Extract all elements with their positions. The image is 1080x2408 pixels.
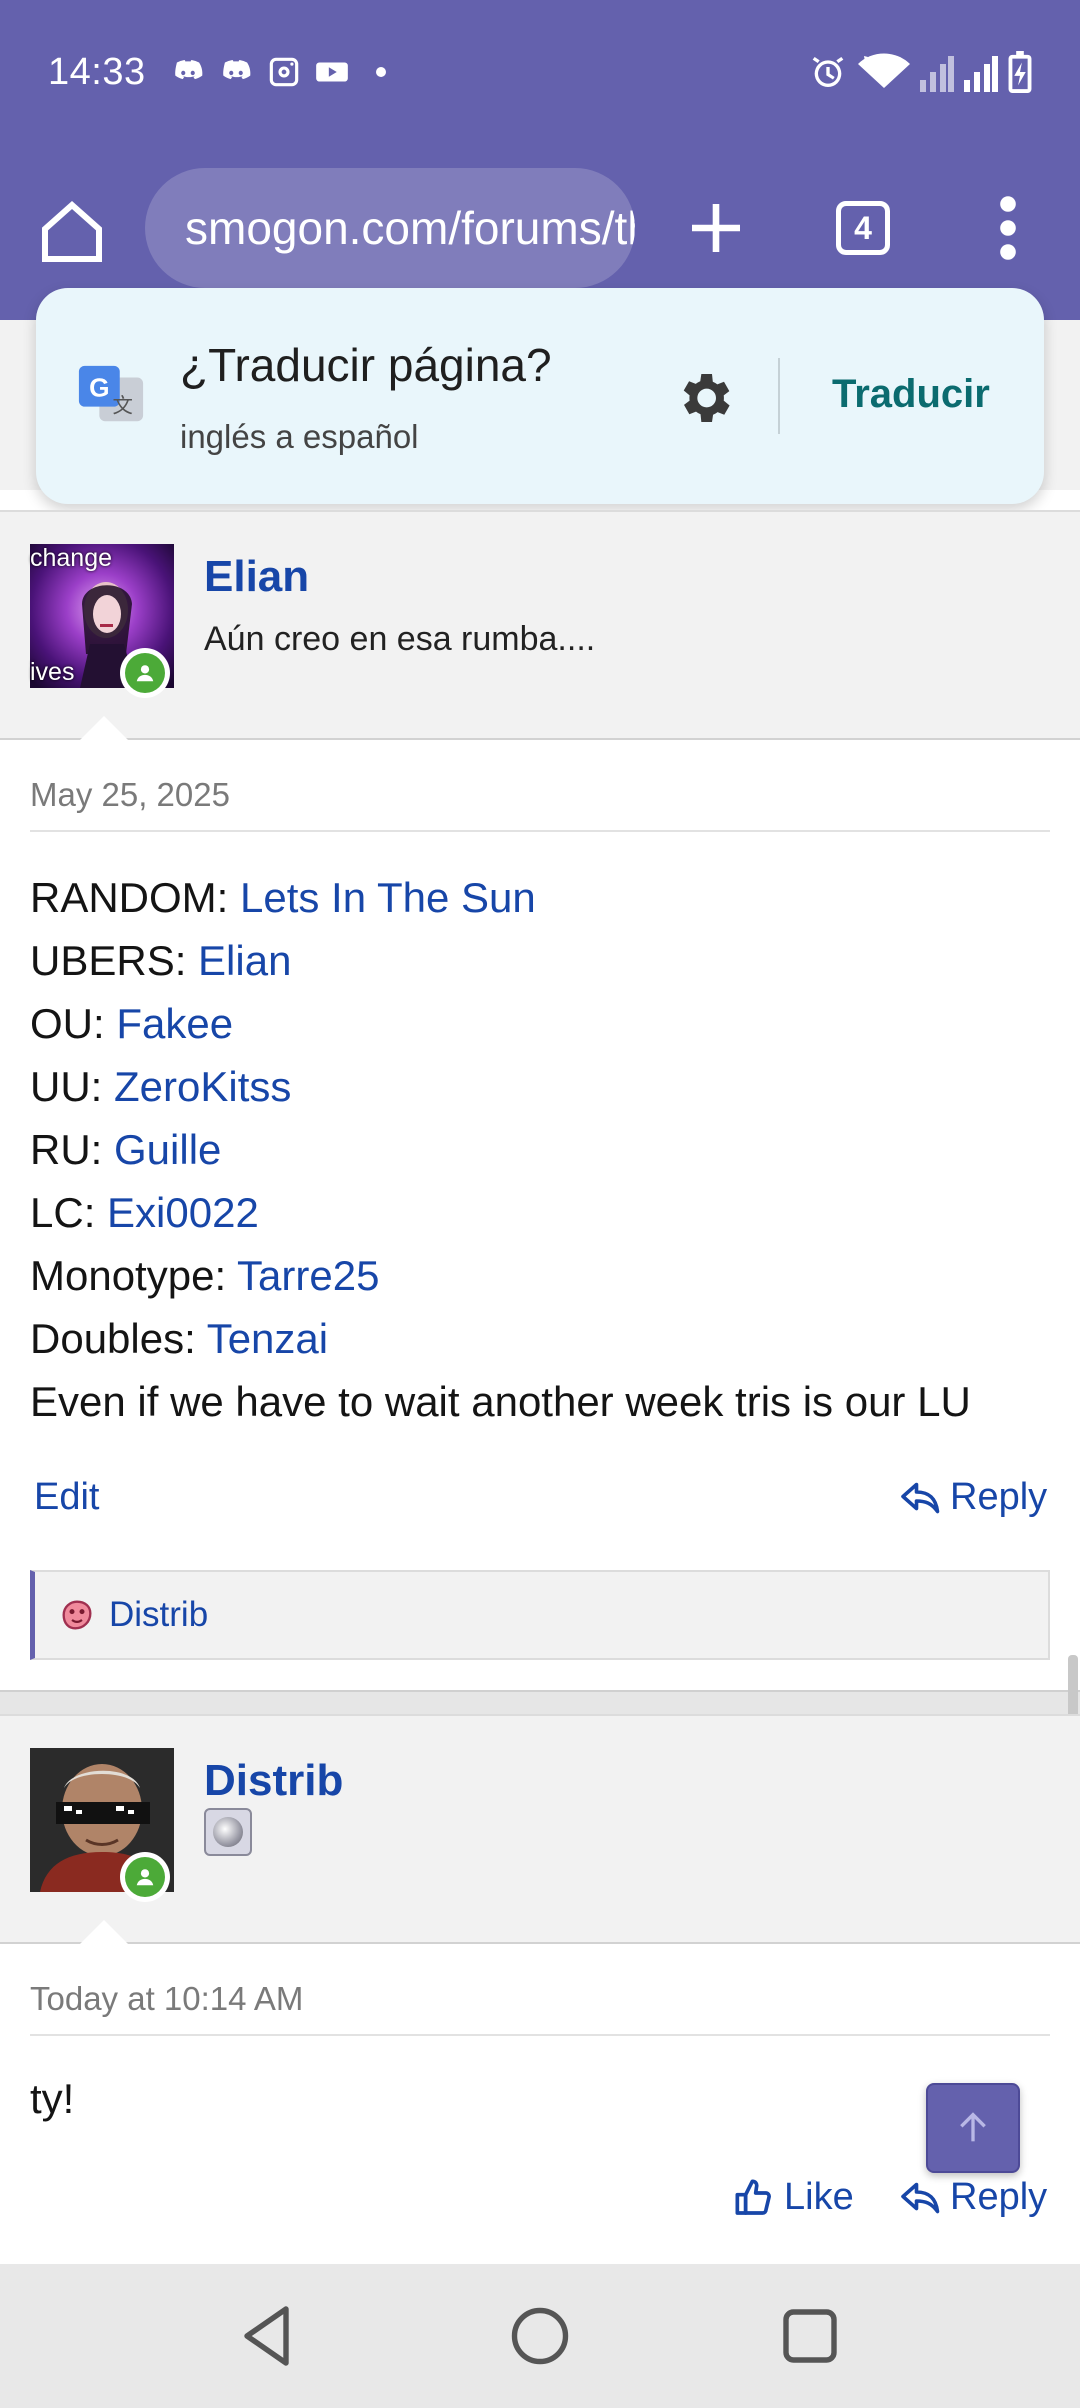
header-pointer bbox=[78, 716, 130, 742]
google-translate-icon: G 文 bbox=[78, 365, 144, 422]
translate-button[interactable]: Traducir bbox=[832, 372, 990, 417]
user-link[interactable]: Lets In The Sun bbox=[240, 874, 536, 921]
post-author-name[interactable]: Elian bbox=[204, 552, 309, 602]
browser-chrome: 14:33 smogon.com/forums/threads 4 bbox=[0, 0, 1080, 320]
line-label: RANDOM: bbox=[30, 874, 240, 921]
post-body: RANDOM: Lets In The Sun UBERS: Elian OU:… bbox=[30, 866, 971, 1433]
post-line: RANDOM: Lets In The Sun bbox=[30, 866, 971, 929]
line-label: RU: bbox=[30, 1126, 114, 1173]
arrow-up-icon bbox=[960, 2112, 986, 2142]
gear-icon[interactable] bbox=[672, 366, 736, 430]
post-line: LC: Exi0022 bbox=[30, 1181, 971, 1244]
more-menu-icon[interactable] bbox=[986, 192, 1030, 264]
discord-icon bbox=[216, 52, 256, 92]
user-link[interactable]: Elian bbox=[198, 937, 291, 984]
header-pointer bbox=[78, 1920, 130, 1946]
svg-text:G: G bbox=[89, 372, 109, 402]
home-circle-icon[interactable] bbox=[504, 2300, 576, 2372]
browser-toolbar: smogon.com/forums/threads 4 bbox=[0, 168, 1080, 288]
signal-icon bbox=[964, 56, 998, 92]
translate-separator bbox=[778, 358, 780, 434]
status-time: 14:33 bbox=[48, 50, 146, 93]
user-title: Aún creo en esa rumba.... bbox=[204, 620, 596, 658]
line-label: Monotype: bbox=[30, 1252, 238, 1299]
user-link[interactable]: Fakee bbox=[116, 1000, 233, 1047]
system-navigation-bar bbox=[0, 2264, 1080, 2408]
more-notifications-dot bbox=[375, 67, 386, 77]
post-body: ty! bbox=[30, 2075, 75, 2122]
status-bar: 14:33 bbox=[48, 44, 1032, 100]
user-link[interactable]: Tarre25 bbox=[237, 1252, 379, 1299]
battery-charging-icon bbox=[1008, 51, 1032, 93]
instagram-icon bbox=[264, 52, 304, 92]
line-label: LC: bbox=[30, 1189, 108, 1236]
online-status-icon bbox=[120, 1852, 170, 1902]
line-label: UBERS: bbox=[30, 937, 199, 984]
edit-button[interactable]: Edit bbox=[34, 1476, 99, 1519]
user-badge-icon bbox=[204, 1808, 252, 1856]
divider bbox=[30, 2034, 1050, 2036]
svg-text:文: 文 bbox=[112, 394, 132, 418]
reply-icon bbox=[901, 1482, 940, 1513]
post-line: Monotype: Tarre25 bbox=[30, 1244, 971, 1307]
post-separator bbox=[0, 1690, 1080, 1714]
new-tab-icon[interactable] bbox=[680, 192, 752, 264]
line-label: OU: bbox=[30, 1000, 117, 1047]
scroll-to-top-button[interactable] bbox=[926, 2083, 1020, 2173]
line-label: Doubles: bbox=[30, 1315, 207, 1362]
post-line: UBERS: Elian bbox=[30, 929, 971, 992]
avatar-caption-top: change bbox=[30, 544, 113, 572]
thumbs-up-icon bbox=[735, 2179, 771, 2215]
post-date[interactable]: May 25, 2025 bbox=[30, 776, 230, 814]
liked-by-user[interactable]: Distrib bbox=[109, 1595, 208, 1635]
post-line: UU: ZeroKitss bbox=[30, 1055, 971, 1118]
post-line: RU: Guille bbox=[30, 1118, 971, 1181]
post-date[interactable]: Today at 10:14 AM bbox=[30, 1980, 303, 2018]
divider bbox=[30, 830, 1050, 832]
wifi-icon bbox=[858, 53, 910, 88]
likes-summary[interactable]: Distrib bbox=[30, 1570, 1050, 1660]
tab-switcher-button[interactable]: 4 bbox=[836, 201, 890, 255]
user-link[interactable]: Exi0022 bbox=[107, 1189, 259, 1236]
youtube-icon bbox=[312, 52, 352, 92]
reply-button[interactable]: Reply bbox=[900, 1476, 1047, 1519]
like-button[interactable]: Like bbox=[734, 2176, 854, 2219]
line-label: UU: bbox=[30, 1063, 114, 1110]
user-link[interactable]: Guille bbox=[114, 1126, 221, 1173]
post-line: Doubles: Tenzai bbox=[30, 1307, 971, 1370]
alarm-icon bbox=[812, 57, 844, 87]
post-author-header: Distrib bbox=[0, 1714, 1080, 1946]
like-label: Like bbox=[784, 2176, 854, 2218]
post-author-header: change ives Elian Aún creo en esa rumba.… bbox=[0, 510, 1080, 742]
translate-language-pair: inglés a español bbox=[180, 418, 419, 455]
recents-icon[interactable] bbox=[774, 2300, 846, 2372]
url-text: smogon.com/forums/threads bbox=[185, 202, 635, 254]
reaction-icon bbox=[62, 1600, 92, 1630]
reply-label: Reply bbox=[950, 2176, 1048, 2218]
signal-icon bbox=[920, 56, 954, 92]
translate-popup: G 文 ¿Traducir página? inglés a español T… bbox=[36, 288, 1044, 504]
discord-icon bbox=[168, 52, 208, 92]
reply-label: Reply bbox=[950, 1476, 1048, 1518]
post-line: OU: Fakee bbox=[30, 992, 971, 1055]
url-bar[interactable]: smogon.com/forums/threads bbox=[145, 168, 635, 288]
post-author-name[interactable]: Distrib bbox=[204, 1756, 343, 1806]
back-icon[interactable] bbox=[232, 2300, 304, 2372]
online-status-icon bbox=[120, 648, 170, 698]
translate-title: ¿Traducir página? bbox=[180, 339, 552, 391]
home-icon[interactable] bbox=[36, 196, 108, 268]
user-link[interactable]: ZeroKitss bbox=[114, 1063, 291, 1110]
post-closing-line: Even if we have to wait another week tri… bbox=[30, 1378, 971, 1425]
reply-button[interactable]: Reply bbox=[900, 2176, 1047, 2219]
user-link[interactable]: Tenzai bbox=[207, 1315, 328, 1362]
reply-icon bbox=[901, 2182, 940, 2213]
